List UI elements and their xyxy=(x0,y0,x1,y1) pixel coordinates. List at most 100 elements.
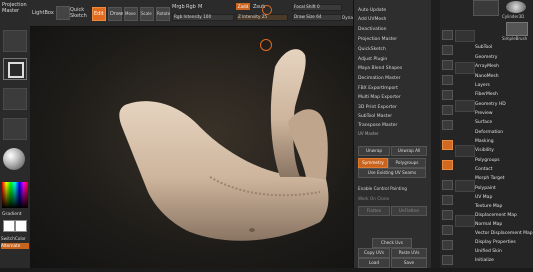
mrgb-button[interactable]: Mrgb xyxy=(172,4,185,10)
draw-size-slider[interactable]: Draw Size 64 xyxy=(292,14,342,21)
palette-item-masking[interactable]: Masking xyxy=(475,139,494,145)
main-color-swatch[interactable] xyxy=(3,220,15,232)
secondary-color-swatch[interactable] xyxy=(15,220,27,232)
cylinder3d-icon[interactable] xyxy=(506,1,526,13)
alternate-button[interactable]: Alternate xyxy=(1,243,29,249)
z-intensity-slider[interactable]: Z Intensity 25 xyxy=(236,14,288,21)
menu-item-fbx-exportimport[interactable]: FBX ExportImport xyxy=(358,86,398,92)
menu-item-multi-map-exporter[interactable]: Multi Map Exporter xyxy=(358,95,401,101)
palette-icon-1[interactable] xyxy=(442,30,453,40)
palette-item-geometry[interactable]: Geometry xyxy=(475,55,497,61)
palette-icon-10[interactable] xyxy=(442,180,453,190)
rotate-button[interactable]: Rotate xyxy=(156,7,170,21)
rgb-intensity-slider[interactable]: Rgb Intensity 100 xyxy=(172,14,234,21)
palette-item-initialize[interactable]: Initialize xyxy=(475,258,494,264)
menu-item-maya-blend-shapes[interactable]: Maya Blend Shapes xyxy=(358,66,402,72)
simplebrush-icon[interactable] xyxy=(506,22,528,36)
lightbox-icon[interactable] xyxy=(56,6,70,20)
material-sphere-icon[interactable] xyxy=(3,148,25,170)
palette-strip-6[interactable] xyxy=(455,215,475,227)
palette-item-surface[interactable]: Surface xyxy=(475,120,492,126)
polygroups-button[interactable]: Polygroups xyxy=(388,158,426,168)
work-on-clone-button[interactable]: Work On Clone xyxy=(358,196,389,202)
menu-item-projection-master[interactable]: Projection Master xyxy=(358,37,397,43)
palette-icon-3[interactable] xyxy=(442,60,453,70)
load-button[interactable]: Load xyxy=(358,258,390,268)
palette-icon-4[interactable] xyxy=(442,75,453,85)
palette-strip-5[interactable] xyxy=(455,180,475,192)
palette-icon-9[interactable] xyxy=(442,160,453,170)
shelf-button-2[interactable] xyxy=(3,58,27,80)
palette-item-unified-skin[interactable]: Unified Skin xyxy=(475,249,502,255)
palette-icon-13[interactable] xyxy=(442,225,453,235)
palette-item-preview[interactable]: Preview xyxy=(475,111,493,117)
switch-color-button[interactable]: SwitchColor xyxy=(1,236,26,241)
palette-item-nanomesh[interactable]: NanoMesh xyxy=(475,74,499,80)
palette-icon-14[interactable] xyxy=(442,240,453,250)
edit-button[interactable]: Edit xyxy=(92,7,106,21)
palette-item-displacement-map[interactable]: Displacement Map xyxy=(475,213,517,219)
lightbox-button[interactable]: LightBox xyxy=(32,10,54,16)
save-button[interactable]: Save xyxy=(391,258,427,268)
flatten-button[interactable]: Flatten xyxy=(358,206,390,216)
m-button[interactable]: M xyxy=(198,4,202,10)
use-existing-uv-seams-button[interactable]: Use Existing UV Seams xyxy=(358,168,426,178)
shelf-button-1[interactable] xyxy=(3,30,27,52)
copy-uvs-button[interactable]: Copy UVs xyxy=(358,248,390,258)
scroll-divider[interactable] xyxy=(431,0,440,268)
palette-item-layers[interactable]: Layers xyxy=(475,83,490,89)
scale-button[interactable]: Scale xyxy=(140,7,154,21)
menu-item-adjust-plugin[interactable]: Adjust Plugin xyxy=(358,57,387,63)
symmetry-button[interactable]: Symmetry xyxy=(358,158,388,168)
palette-icon-5[interactable] xyxy=(442,90,453,100)
palette-item-uv-map[interactable]: UV Map xyxy=(475,195,492,201)
palette-icon-2[interactable] xyxy=(442,45,453,55)
move-button[interactable]: Move xyxy=(124,7,138,21)
palette-strip-2[interactable] xyxy=(455,62,475,74)
palette-item-contact[interactable]: Contact xyxy=(475,167,493,173)
palette-item-geometry-hd[interactable]: Geometry HD xyxy=(475,102,506,108)
gradient-label[interactable]: Gradient xyxy=(2,212,22,217)
menu-item-uv-master[interactable]: UV Master xyxy=(358,131,379,137)
rgb-button[interactable]: Rgb xyxy=(186,4,196,10)
unflatten-button[interactable]: UnFlatten xyxy=(391,206,427,216)
palette-item-vector-displacement-map[interactable]: Vector Displacement Map xyxy=(475,231,533,237)
tool-thumbnail[interactable] xyxy=(473,0,499,16)
quick-sketch-button[interactable]: Quick Sketch xyxy=(70,7,88,19)
palette-icon-15[interactable] xyxy=(442,255,453,265)
palette-item-deformation[interactable]: Deformation xyxy=(475,130,503,136)
menu-item-auto-update[interactable]: Auto Update xyxy=(358,8,386,14)
palette-icon-11[interactable] xyxy=(442,195,453,205)
focal-shift-slider[interactable]: Focal Shift 0 xyxy=(292,4,342,11)
projection-master-button[interactable]: Projection Master xyxy=(2,2,29,14)
palette-strip-1[interactable] xyxy=(455,30,475,42)
palette-item-arraymesh[interactable]: ArrayMesh xyxy=(475,64,499,70)
palette-strip-3[interactable] xyxy=(455,100,475,112)
draw-button[interactable]: Draw xyxy=(108,7,123,21)
palette-item-subtool[interactable]: SubTool xyxy=(475,45,492,51)
menu-item-transpose-master[interactable]: Transpose Master xyxy=(358,123,397,129)
palette-icon-8[interactable] xyxy=(442,140,453,150)
palette-item-visibility[interactable]: Visibility xyxy=(475,148,494,154)
palette-item-normal-map[interactable]: Normal Map xyxy=(475,222,502,228)
check-uvs-button[interactable]: Check Uvs xyxy=(372,238,412,248)
palette-item-polypaint[interactable]: Polypaint xyxy=(475,186,496,192)
palette-item-polygroups[interactable]: Polygroups xyxy=(475,158,500,164)
menu-item-subtool-master[interactable]: SubTool Master xyxy=(358,114,392,120)
palette-item-morph-target[interactable]: Morph Target xyxy=(475,176,505,182)
unwrap-all-button[interactable]: Unwrap All xyxy=(391,146,427,156)
palette-item-fibermesh[interactable]: FiberMesh xyxy=(475,92,498,98)
enable-control-painting-button[interactable]: Enable Control Painting xyxy=(358,186,407,192)
zadd-button[interactable]: Zadd xyxy=(236,3,250,10)
palette-item-texture-map[interactable]: Texture Map xyxy=(475,204,502,210)
paste-uvs-button[interactable]: Paste UVs xyxy=(391,248,427,258)
palette-strip-4[interactable] xyxy=(455,145,475,157)
menu-item-decimation-master[interactable]: Decimation Master xyxy=(358,76,401,82)
menu-item-add-uvmesh[interactable]: Add UVMesh xyxy=(358,17,386,23)
palette-icon-12[interactable] xyxy=(442,210,453,220)
menu-item-deactivation[interactable]: Deactivation xyxy=(358,27,387,33)
shelf-button-3[interactable] xyxy=(3,88,27,110)
color-picker[interactable] xyxy=(2,182,28,208)
document-viewport[interactable] xyxy=(30,27,355,268)
menu-item-quicksketch[interactable]: QuickSketch xyxy=(358,47,386,53)
